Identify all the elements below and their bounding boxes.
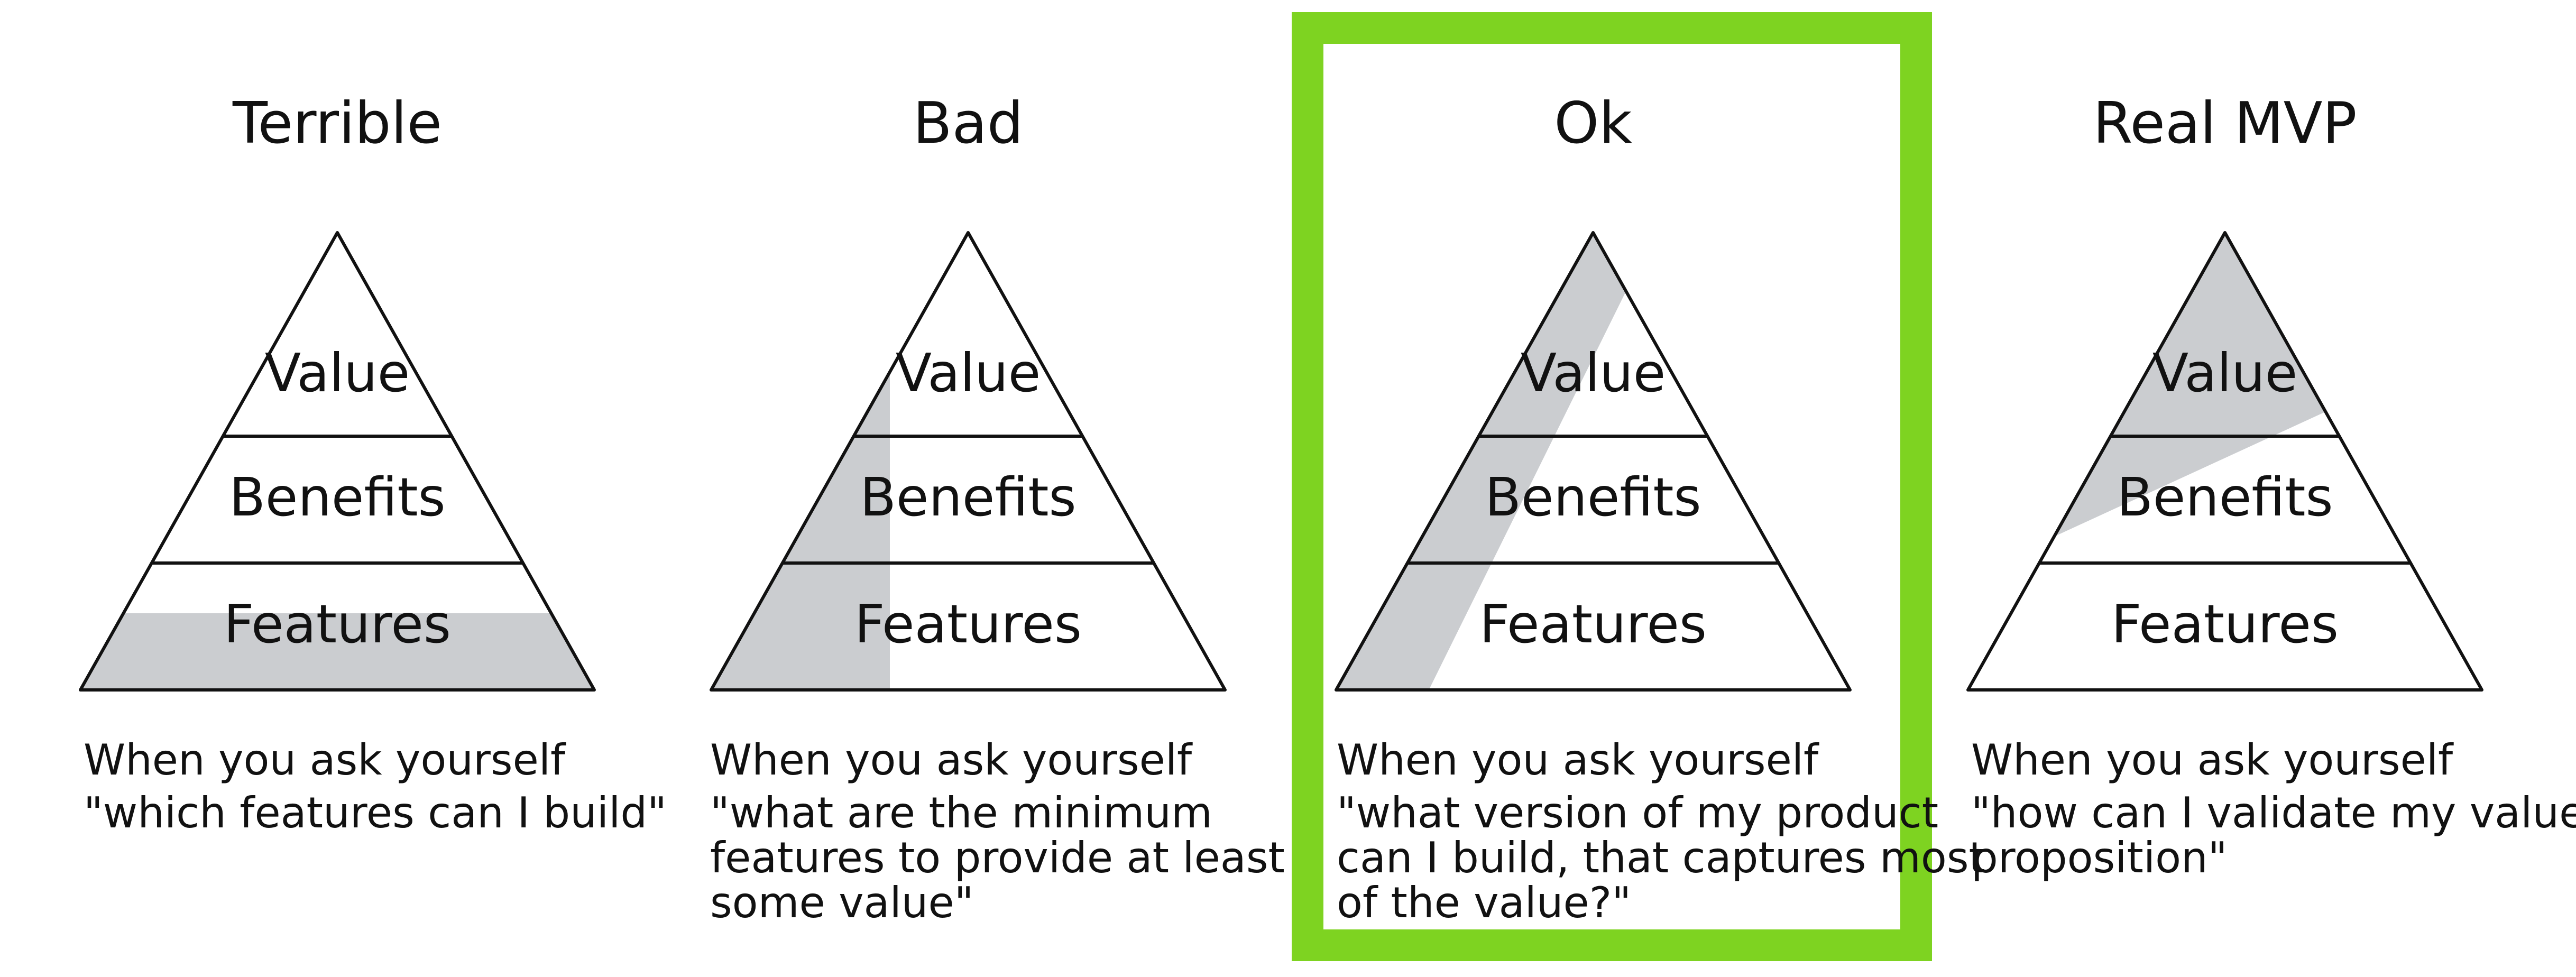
panel-title: Terrible [232,90,442,156]
layer-features: Features [1479,593,1707,655]
layer-features: Features [854,593,1082,655]
caption: When you ask yourself "what version of m… [1337,735,1999,927]
panel-title: Ok [1554,90,1632,156]
panel-real-mvp: Real MVP Value Benefits Features When yo… [1966,90,2576,882]
mvp-pyramids-diagram: Terrible Value Benefits Features When yo… [79,12,2576,961]
layer-value: Value [2152,342,2298,404]
layer-benefits: Benefits [860,466,1076,528]
panel-terrible: Terrible Value Benefits Features When yo… [79,90,667,837]
layer-benefits: Benefits [1485,466,1701,528]
layer-features: Features [2111,593,2339,655]
caption: When you ask yourself "how can I validat… [1971,735,2576,882]
layer-benefits: Benefits [229,466,445,528]
layer-value: Value [896,342,1041,404]
panel-ok: Ok Value Benefits Features When you ask … [1335,90,1999,927]
caption: When you ask yourself "what are the mini… [710,735,1298,927]
layer-features: Features [224,593,451,655]
layer-benefits: Benefits [2117,466,2333,528]
caption: When you ask yourself "which features ca… [84,735,667,837]
panel-title: Real MVP [2093,90,2357,156]
panel-bad: Bad Value Benefits Features When you ask… [710,90,1298,927]
layer-value: Value [1521,342,1666,404]
layer-value: Value [265,342,410,404]
panel-title: Bad [913,90,1024,156]
